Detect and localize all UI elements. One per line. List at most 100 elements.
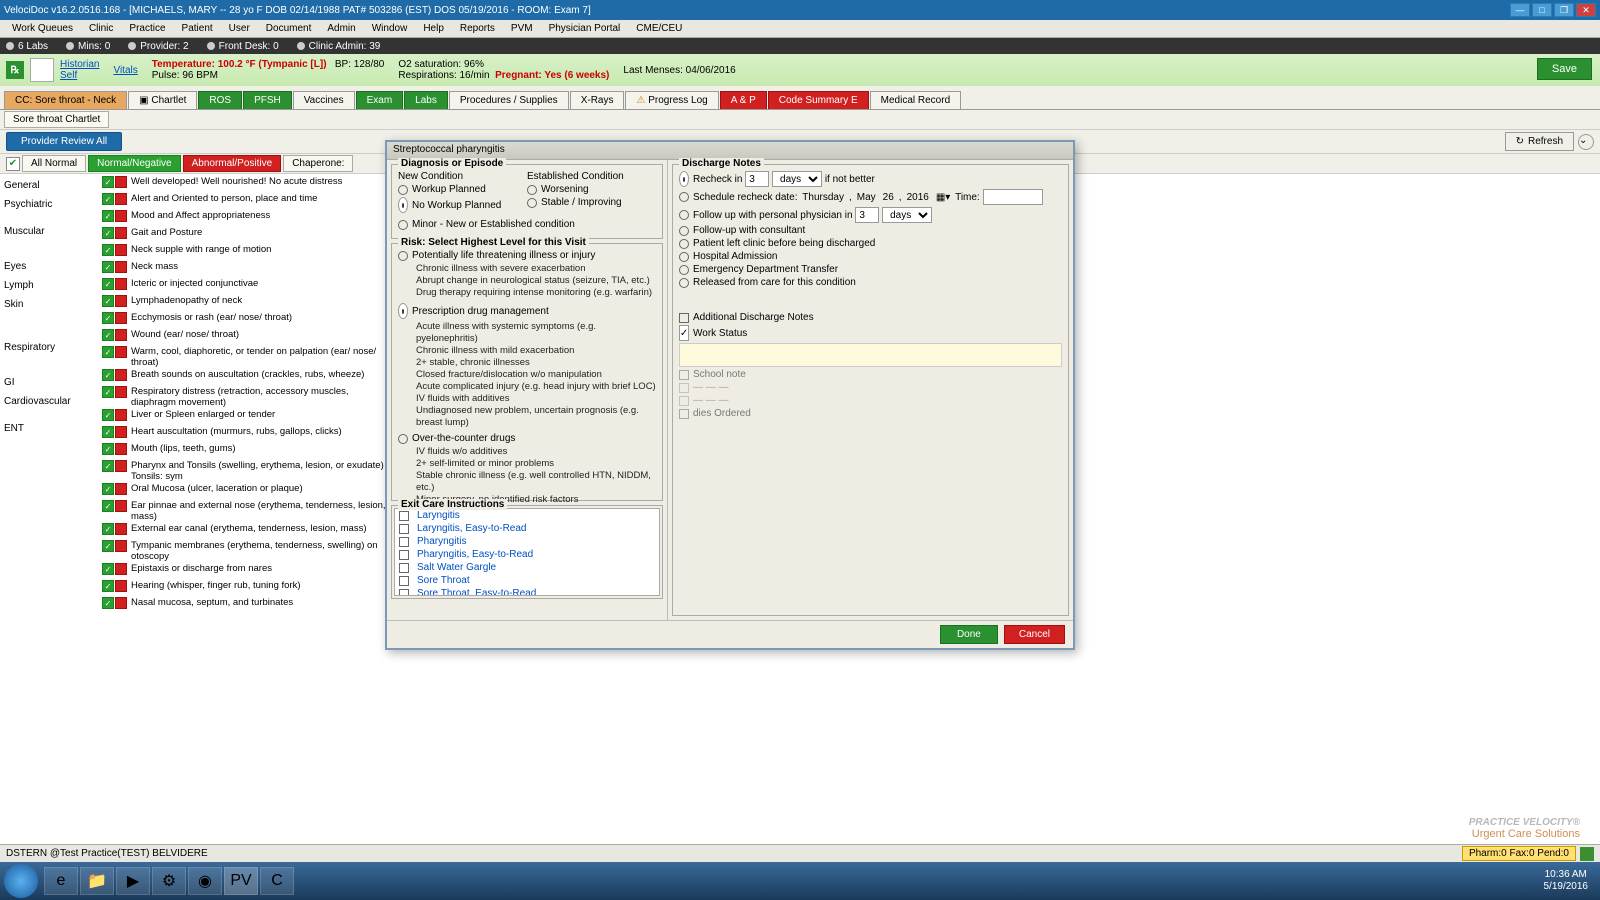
normal-box[interactable]: ✓ (102, 312, 114, 324)
chk-addl[interactable] (679, 313, 689, 323)
normal-box[interactable]: ✓ (102, 443, 114, 455)
exit-list[interactable]: LaryngitisLaryngitis, Easy-to-ReadPharyn… (394, 508, 660, 596)
filter-chaperone[interactable]: Chaperone: (283, 155, 353, 172)
radio-consult[interactable] (679, 226, 689, 236)
menu-work-queues[interactable]: Work Queues (4, 23, 81, 34)
status-frontdesk[interactable]: Front Desk: 0 (207, 41, 279, 52)
system-label[interactable] (4, 359, 96, 363)
radio-sched[interactable] (679, 192, 689, 202)
tab-vaccines[interactable]: Vaccines (293, 91, 355, 109)
done-button[interactable]: Done (940, 625, 998, 644)
status-provider[interactable]: Provider: 2 (128, 41, 188, 52)
refresh-button[interactable]: ↻Refresh (1505, 132, 1574, 151)
status-clinicadmin[interactable]: Clinic Admin: 39 (297, 41, 381, 52)
exit-checkbox[interactable] (399, 550, 409, 560)
system-label[interactable]: Respiratory (4, 340, 96, 355)
save-button[interactable]: Save (1537, 58, 1592, 80)
time-input[interactable] (983, 189, 1043, 205)
exit-item[interactable]: Pharyngitis (395, 535, 659, 548)
calendar-icon[interactable]: ▦▾ (934, 192, 952, 203)
menu-practice[interactable]: Practice (121, 23, 173, 34)
abnormal-box[interactable] (115, 278, 127, 290)
normal-box[interactable]: ✓ (102, 346, 114, 358)
system-label[interactable]: General (4, 178, 96, 193)
status-labs[interactable]: 6 Labs (6, 41, 48, 52)
filter-allnormal[interactable]: All Normal (22, 155, 86, 172)
radio-recheck[interactable] (679, 171, 689, 187)
abnormal-box[interactable] (115, 580, 127, 592)
task-explorer-icon[interactable]: 📁 (80, 867, 114, 895)
task-ie-icon[interactable]: e (44, 867, 78, 895)
normal-box[interactable]: ✓ (102, 176, 114, 188)
menu-help[interactable]: Help (415, 23, 452, 34)
recheck-input[interactable] (745, 171, 769, 187)
normal-box[interactable]: ✓ (102, 369, 114, 381)
menu-clinic[interactable]: Clinic (81, 23, 121, 34)
recheck-unit[interactable]: days (772, 171, 822, 187)
tab-medrecord[interactable]: Medical Record (870, 91, 961, 109)
tab-cc[interactable]: CC: Sore throat - Neck (4, 91, 127, 109)
abnormal-box[interactable] (115, 193, 127, 205)
abnormal-box[interactable] (115, 176, 127, 188)
system-label[interactable] (4, 216, 96, 220)
normal-box[interactable]: ✓ (102, 540, 114, 552)
normal-box[interactable]: ✓ (102, 278, 114, 290)
normal-box[interactable]: ✓ (102, 580, 114, 592)
abnormal-box[interactable] (115, 563, 127, 575)
system-label[interactable] (4, 324, 96, 328)
abnormal-box[interactable] (115, 483, 127, 495)
normal-box[interactable]: ✓ (102, 227, 114, 239)
date-picker[interactable]: Thursday,May 26,2016 ▦▾ (800, 192, 952, 203)
start-button[interactable] (4, 864, 38, 898)
normal-box[interactable]: ✓ (102, 244, 114, 256)
normal-box[interactable]: ✓ (102, 295, 114, 307)
patient-photo[interactable] (30, 58, 54, 82)
radio-risk2[interactable] (398, 303, 408, 319)
exit-checkbox[interactable] (399, 524, 409, 534)
radio-risk3[interactable] (398, 434, 408, 444)
historian-link[interactable]: Historian (60, 59, 99, 70)
abnormal-box[interactable] (115, 244, 127, 256)
abnormal-box[interactable] (115, 409, 127, 421)
system-label[interactable]: Lymph (4, 278, 96, 293)
system-label[interactable] (4, 367, 96, 371)
tab-labs[interactable]: Labs (404, 91, 448, 109)
pharm-status[interactable]: Pharm:0 Fax:0 Pend:0 (1462, 846, 1576, 861)
system-clock[interactable]: 10:36 AM5/19/2016 (1544, 869, 1597, 893)
menu-pvm[interactable]: PVM (503, 23, 541, 34)
exit-item[interactable]: Salt Water Gargle (395, 561, 659, 574)
menu-user[interactable]: User (221, 23, 258, 34)
tab-pfsh[interactable]: PFSH (243, 91, 292, 109)
vitals-link[interactable]: Vitals (113, 65, 137, 76)
chk-blur1[interactable] (679, 383, 689, 393)
abnormal-box[interactable] (115, 295, 127, 307)
follow-input[interactable] (855, 207, 879, 223)
filter-normal[interactable]: Normal/Negative (88, 155, 180, 172)
system-label[interactable] (4, 332, 96, 336)
check-icon[interactable]: ✔ (6, 157, 20, 171)
exit-checkbox[interactable] (399, 537, 409, 547)
exit-checkbox[interactable] (399, 576, 409, 586)
normal-box[interactable]: ✓ (102, 329, 114, 341)
abnormal-box[interactable] (115, 540, 127, 552)
exit-checkbox[interactable] (399, 589, 409, 597)
minimize-button[interactable]: — (1510, 3, 1530, 17)
tab-exam[interactable]: Exam (356, 91, 404, 109)
normal-box[interactable]: ✓ (102, 426, 114, 438)
maximize2-button[interactable]: ❐ (1554, 3, 1574, 17)
abnormal-box[interactable] (115, 369, 127, 381)
system-label[interactable] (4, 413, 96, 417)
radio-noworkup[interactable] (398, 197, 408, 213)
menu-cme[interactable]: CME/CEU (628, 23, 690, 34)
chk-work[interactable] (679, 325, 689, 341)
menu-patient[interactable]: Patient (174, 23, 221, 34)
rx-icon[interactable]: ℞ (6, 61, 24, 79)
radio-stable[interactable] (527, 198, 537, 208)
normal-box[interactable]: ✓ (102, 597, 114, 609)
abnormal-box[interactable] (115, 460, 127, 472)
cancel-button[interactable]: Cancel (1004, 625, 1065, 644)
filter-abnormal[interactable]: Abnormal/Positive (183, 155, 282, 172)
tab-ap[interactable]: A & P (720, 91, 767, 109)
status-mins[interactable]: Mins: 0 (66, 41, 110, 52)
radio-hosp[interactable] (679, 252, 689, 262)
